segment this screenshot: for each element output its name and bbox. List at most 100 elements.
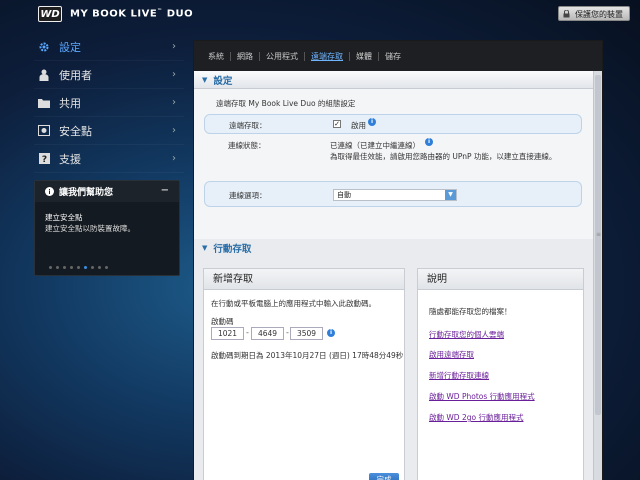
help-topic-title[interactable]: 建立安全點 bbox=[45, 212, 169, 223]
help-link-enable-remote[interactable]: 啟用遠端存取 bbox=[429, 349, 474, 360]
sidebar-item-label: 支援 bbox=[59, 152, 81, 166]
remote-access-row: 遠端存取： ✓ 啟用 i bbox=[204, 114, 582, 134]
pager-dot-active[interactable] bbox=[84, 266, 87, 269]
question-icon: ? bbox=[38, 153, 50, 165]
vertical-scrollbar[interactable]: ≡ bbox=[593, 71, 602, 480]
connection-option-row: 連線選項： 自動 ▼ bbox=[204, 181, 582, 207]
help-widget-body: 建立安全點 建立安全點以防裝置故障。 bbox=[35, 202, 179, 234]
settings-description: 遠端存取 My Book Live Duo 的組態設定 bbox=[216, 99, 356, 108]
help-widget-header: 讓我們幫助您 − bbox=[35, 181, 179, 202]
pager-dot[interactable] bbox=[49, 266, 52, 269]
product-name-live: LIVE bbox=[130, 8, 158, 20]
settings-section-header[interactable]: ▼ 設定 bbox=[194, 71, 594, 89]
tab-bar: 系統 網路 公用程式 遠端存取 媒體 儲存 bbox=[194, 41, 602, 71]
remote-access-value: 啟用 bbox=[351, 121, 366, 130]
mobile-help-panel: 說明 隨處都能存取您的檔案！ 行動存取您的個人雲端 啟用遠端存取 新增行動存取連… bbox=[417, 268, 584, 480]
chevron-right-icon: › bbox=[172, 153, 176, 164]
help-link-personal-cloud[interactable]: 行動存取您的個人雲端 bbox=[429, 329, 504, 340]
connection-option-label: 連線選項： bbox=[229, 191, 267, 200]
lock-icon bbox=[563, 10, 570, 18]
sidebar-item-label: 安全點 bbox=[59, 124, 92, 138]
connection-status-value: 已連線（已建立中繼連線） bbox=[330, 141, 420, 150]
safepoint-icon bbox=[38, 125, 50, 137]
connection-option-select[interactable]: 自動 ▼ bbox=[333, 189, 457, 201]
content-area: ▼ 設定 遠端存取 My Book Live Duo 的組態設定 遠端存取： ✓… bbox=[194, 71, 594, 480]
tab-media[interactable]: 媒體 bbox=[350, 51, 379, 61]
tab-utilities[interactable]: 公用程式 bbox=[260, 51, 305, 61]
product-name-tm: ™ bbox=[157, 8, 163, 14]
settings-section-title: 設定 bbox=[213, 75, 233, 87]
finish-button[interactable]: 完成 bbox=[369, 473, 399, 480]
remote-access-label: 遠端存取： bbox=[229, 121, 267, 130]
chevron-right-icon: › bbox=[172, 69, 176, 80]
pager-dot[interactable] bbox=[77, 266, 80, 269]
mobile-section-body: 新增存取 在行動或平板電腦上的應用程式中輸入此啟動碼。 啟動碼 1021 - 4… bbox=[194, 257, 594, 480]
product-name: MY BOOK LIVE™ DUO bbox=[70, 8, 193, 19]
collapse-arrow-icon: ▼ bbox=[202, 75, 208, 84]
pager-dot[interactable] bbox=[91, 266, 94, 269]
help-widget: 讓我們幫助您 − 建立安全點 建立安全點以防裝置故障。 bbox=[34, 180, 180, 276]
sidebar-item-label: 共用 bbox=[59, 96, 81, 110]
product-name-main: MY BOOK bbox=[70, 8, 127, 20]
sidebar-item-label: 使用者 bbox=[59, 68, 92, 82]
connection-status-label: 連線狀態： bbox=[228, 141, 266, 150]
help-pager bbox=[49, 266, 108, 269]
pager-dot[interactable] bbox=[70, 266, 73, 269]
scrollbar-grip-icon: ≡ bbox=[596, 231, 602, 238]
sidebar-item-settings[interactable]: 設定 › bbox=[34, 33, 184, 61]
folder-icon bbox=[38, 97, 50, 109]
chevron-right-icon: › bbox=[172, 41, 176, 52]
pager-dot[interactable] bbox=[63, 266, 66, 269]
chevron-right-icon: › bbox=[172, 97, 176, 108]
activation-code-3: 3509 bbox=[290, 327, 323, 340]
protect-device-label: 保護您的裝置 bbox=[575, 10, 623, 19]
mobile-help-intro: 隨處都能存取您的檔案！ bbox=[429, 307, 512, 316]
collapse-arrow-icon: ▼ bbox=[202, 244, 208, 252]
pager-dot[interactable] bbox=[56, 266, 59, 269]
chevron-right-icon: › bbox=[172, 125, 176, 136]
activation-code-2: 4649 bbox=[251, 327, 284, 340]
tab-storage[interactable]: 儲存 bbox=[379, 52, 407, 61]
mobile-section-header[interactable]: ▼ 行動存取 bbox=[194, 239, 594, 257]
info-icon[interactable]: i bbox=[425, 138, 433, 146]
sidebar-item-users[interactable]: 使用者 › bbox=[34, 61, 184, 89]
wd-logo: WD bbox=[38, 6, 62, 22]
help-link-add-connection[interactable]: 新增行動存取連線 bbox=[429, 370, 489, 381]
header: WD MY BOOK LIVE™ DUO 保護您的裝置 bbox=[0, 0, 640, 30]
info-icon[interactable]: i bbox=[368, 118, 376, 126]
svg-text:?: ? bbox=[41, 155, 46, 164]
sidebar-item-label: 設定 bbox=[59, 40, 81, 54]
sidebar-item-shares[interactable]: 共用 › bbox=[34, 89, 184, 117]
help-topic-text: 建立安全點以防裝置故障。 bbox=[45, 224, 135, 233]
remote-access-checkbox[interactable]: ✓ bbox=[333, 120, 341, 128]
add-access-instruction: 在行動或平板電腦上的應用程式中輸入此啟動碼。 bbox=[211, 299, 376, 308]
user-icon bbox=[38, 69, 50, 81]
connection-option-value: 自動 bbox=[337, 191, 351, 199]
pager-dot[interactable] bbox=[98, 266, 101, 269]
sidebar-item-safepoints[interactable]: 安全點 › bbox=[34, 117, 184, 145]
scrollbar-thumb[interactable] bbox=[595, 75, 601, 415]
mobile-section-title: 行動存取 bbox=[213, 244, 252, 255]
add-access-title: 新增存取 bbox=[204, 269, 404, 290]
mobile-help-title: 說明 bbox=[418, 269, 583, 290]
info-icon bbox=[45, 187, 54, 196]
help-link-wd-2go[interactable]: 啟動 WD 2go 行動應用程式 bbox=[429, 412, 523, 423]
sidebar-item-support[interactable]: ? 支援 › bbox=[34, 145, 184, 173]
collapse-icon[interactable]: − bbox=[161, 185, 169, 196]
tab-system[interactable]: 系統 bbox=[202, 51, 231, 61]
pager-dot[interactable] bbox=[105, 266, 108, 269]
product-name-duo: DUO bbox=[166, 8, 194, 20]
tab-remote-access[interactable]: 遠端存取 bbox=[305, 51, 350, 61]
info-icon[interactable]: i bbox=[327, 329, 335, 337]
activation-code-1: 1021 bbox=[211, 327, 244, 340]
settings-section-body: 遠端存取 My Book Live Duo 的組態設定 遠端存取： ✓ 啟用 i… bbox=[194, 89, 594, 239]
help-link-wd-photos[interactable]: 啟動 WD Photos 行動應用程式 bbox=[429, 391, 535, 402]
main-panel: 系統 網路 公用程式 遠端存取 媒體 儲存 ▼ 設定 遠端存取 My Book … bbox=[193, 40, 603, 480]
activation-code-label: 啟動碼 bbox=[211, 317, 234, 326]
add-access-panel: 新增存取 在行動或平板電腦上的應用程式中輸入此啟動碼。 啟動碼 1021 - 4… bbox=[203, 268, 405, 480]
sidebar: 設定 › 使用者 › 共用 › 安全點 › ? 支援 › bbox=[34, 33, 184, 173]
protect-device-button[interactable]: 保護您的裝置 bbox=[558, 6, 630, 21]
code-separator: - bbox=[246, 328, 249, 337]
tab-network[interactable]: 網路 bbox=[231, 51, 260, 61]
help-widget-title: 讓我們幫助您 bbox=[59, 188, 114, 198]
